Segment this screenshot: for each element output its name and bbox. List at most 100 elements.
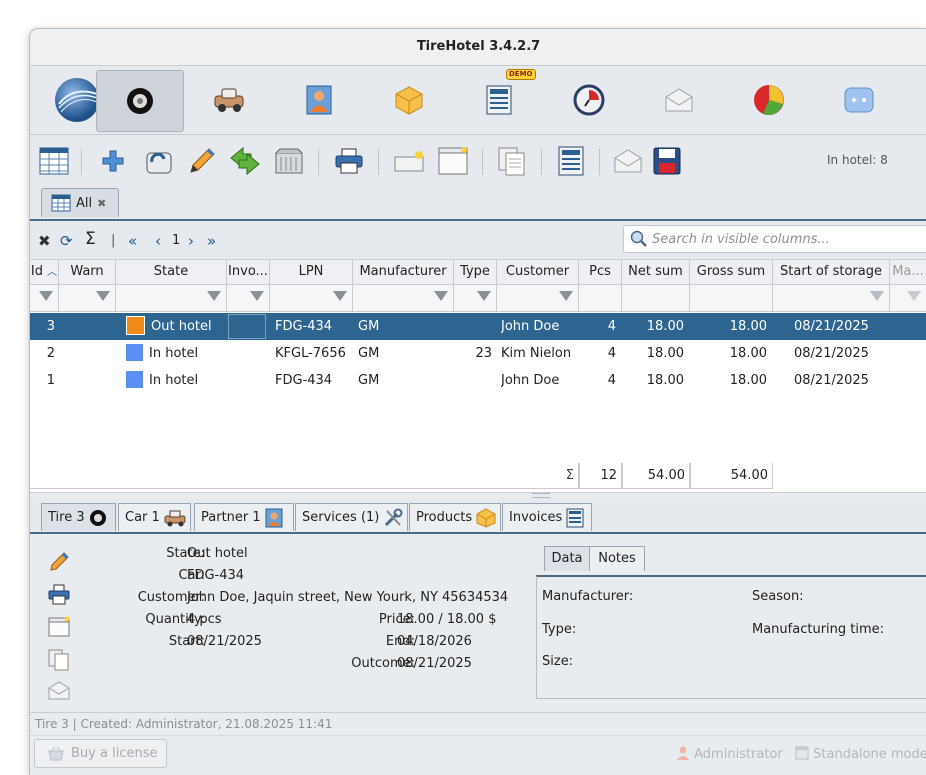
clock-module-icon[interactable]	[546, 70, 632, 130]
row-customer: John Doe	[501, 373, 560, 388]
table-view-icon[interactable]	[38, 145, 70, 177]
copy-icon[interactable]	[48, 649, 70, 671]
tab-tire[interactable]: Tire 3	[41, 503, 116, 531]
col-header-warn[interactable]: Warn	[59, 260, 116, 285]
car-module-icon[interactable]	[186, 70, 272, 130]
col-header-type[interactable]: Type	[454, 260, 497, 285]
edit-icon[interactable]	[186, 145, 218, 177]
filter-type[interactable]	[454, 285, 497, 312]
filter-warn[interactable]	[59, 285, 116, 312]
prev-page-icon[interactable]: ‹	[155, 232, 161, 250]
chart-module-icon[interactable]	[726, 70, 812, 130]
col-header-gross-sum[interactable]: Gross sum	[690, 260, 773, 285]
state-value: Out hotel	[187, 546, 248, 561]
row-state: In hotel	[126, 367, 226, 394]
col-header-state[interactable]: State	[116, 260, 227, 285]
move-icon[interactable]	[229, 145, 261, 177]
close-tab-icon[interactable]: ✖	[97, 197, 106, 210]
save-icon[interactable]	[651, 145, 683, 177]
product-icon	[476, 507, 496, 528]
col-header-id[interactable]: Id ︿	[30, 260, 59, 285]
partner-module-icon[interactable]	[276, 70, 362, 130]
tab-services[interactable]: Services (1)	[295, 503, 408, 531]
car-icon	[164, 510, 186, 526]
col-header-more[interactable]: Ma...	[890, 260, 926, 285]
email-icon[interactable]	[612, 145, 644, 177]
swap-icon[interactable]	[142, 145, 174, 177]
storage-icon[interactable]	[273, 145, 305, 177]
add-icon[interactable]	[97, 145, 129, 177]
filter-pcs[interactable]	[579, 285, 622, 312]
type-label: Type:	[542, 622, 577, 637]
search-input[interactable]: Search in visible columns...	[623, 225, 926, 253]
col-header-lpn[interactable]: LPN	[270, 260, 353, 285]
email-icon[interactable]	[48, 681, 70, 703]
next-page-icon[interactable]: ›	[188, 232, 194, 250]
tire-table: Id ︿ Warn State Invo... LPN Manufacturer…	[30, 259, 926, 493]
filter-id[interactable]	[30, 285, 59, 312]
row-start: 08/21/2025	[794, 373, 869, 388]
row-gross-sum: 18.00	[729, 319, 767, 334]
row-type	[454, 313, 492, 340]
filter-manufacturer[interactable]	[353, 285, 454, 312]
clear-filter-icon[interactable]: ✖	[38, 232, 51, 250]
tab-data[interactable]: Data	[544, 546, 590, 571]
more-module-icon[interactable]	[816, 70, 902, 130]
note-icon[interactable]	[437, 145, 469, 177]
col-header-pcs[interactable]: Pcs	[579, 260, 622, 285]
first-page-icon[interactable]: «	[128, 232, 137, 250]
totals-row: Σ 12 54.00 54.00	[30, 463, 926, 489]
note-icon[interactable]	[48, 616, 70, 638]
totals-gross-sum: 54.00	[690, 463, 773, 489]
quantity-value: 4 pcs	[187, 612, 222, 627]
col-header-customer[interactable]: Customer	[497, 260, 579, 285]
start-value: 08/21/2025	[187, 634, 262, 649]
refresh-icon[interactable]: ⟳	[60, 232, 73, 250]
manufacturing-time-label: Manufacturing time:	[752, 622, 885, 637]
document-icon[interactable]	[555, 145, 587, 177]
product-module-icon[interactable]	[366, 70, 452, 130]
col-header-invoice[interactable]: Invo...	[227, 260, 270, 285]
row-gross-sum: 18.00	[729, 346, 767, 361]
filter-start[interactable]	[773, 285, 890, 312]
row-net-sum: 18.00	[646, 346, 684, 361]
filter-more[interactable]	[890, 285, 926, 312]
table-row[interactable]: 1 In hotel FDG-434 GM John Doe 4 18.00 1…	[30, 367, 926, 394]
buy-license-button[interactable]: Buy a license	[34, 739, 167, 768]
copy-icon[interactable]	[496, 145, 528, 177]
col-header-start[interactable]: Start of storage	[773, 260, 890, 285]
tab-notes[interactable]: Notes	[589, 546, 645, 571]
print-icon[interactable]	[333, 145, 365, 177]
detail-tabs: Tire 3 Car 1 Partner 1 Services (1) Prod…	[30, 498, 926, 534]
last-page-icon[interactable]: »	[207, 232, 216, 250]
tab-invoices[interactable]: Invoices	[502, 503, 592, 531]
row-invoice-editor[interactable]	[228, 314, 266, 339]
envelope-module-icon[interactable]	[636, 70, 722, 130]
table-row[interactable]: 2 In hotel KFGL-7656 GM 23 Kim Nielon 4 …	[30, 340, 926, 367]
edit-icon[interactable]	[48, 551, 70, 573]
tire-module-icon[interactable]	[96, 70, 184, 132]
tire-icon	[89, 509, 106, 526]
label-icon[interactable]	[393, 145, 425, 177]
page-number: 1	[172, 233, 181, 248]
filter-invoice[interactable]	[227, 285, 270, 312]
print-icon[interactable]	[48, 584, 70, 606]
col-header-manufacturer[interactable]: Manufacturer	[353, 260, 454, 285]
row-start: 08/21/2025	[794, 319, 869, 334]
filter-state[interactable]	[116, 285, 227, 312]
table-icon	[51, 194, 71, 212]
tab-products[interactable]: Products	[409, 503, 501, 531]
tab-all[interactable]: All ✖	[41, 188, 119, 217]
search-placeholder: Search in visible columns...	[652, 232, 830, 247]
filter-lpn[interactable]	[270, 285, 353, 312]
filter-net-sum[interactable]	[622, 285, 690, 312]
tab-car[interactable]: Car 1	[118, 503, 191, 531]
end-value: 04/18/2026	[397, 634, 472, 649]
sum-icon[interactable]: Σ	[85, 229, 96, 249]
row-manufacturer: GM	[358, 319, 380, 334]
col-header-net-sum[interactable]: Net sum	[622, 260, 690, 285]
tab-partner[interactable]: Partner 1	[194, 503, 294, 531]
filter-gross-sum[interactable]	[690, 285, 773, 312]
table-row[interactable]: 3 Out hotel FDG-434 GM John Doe 4 18.00 …	[30, 313, 926, 340]
filter-customer[interactable]	[497, 285, 579, 312]
